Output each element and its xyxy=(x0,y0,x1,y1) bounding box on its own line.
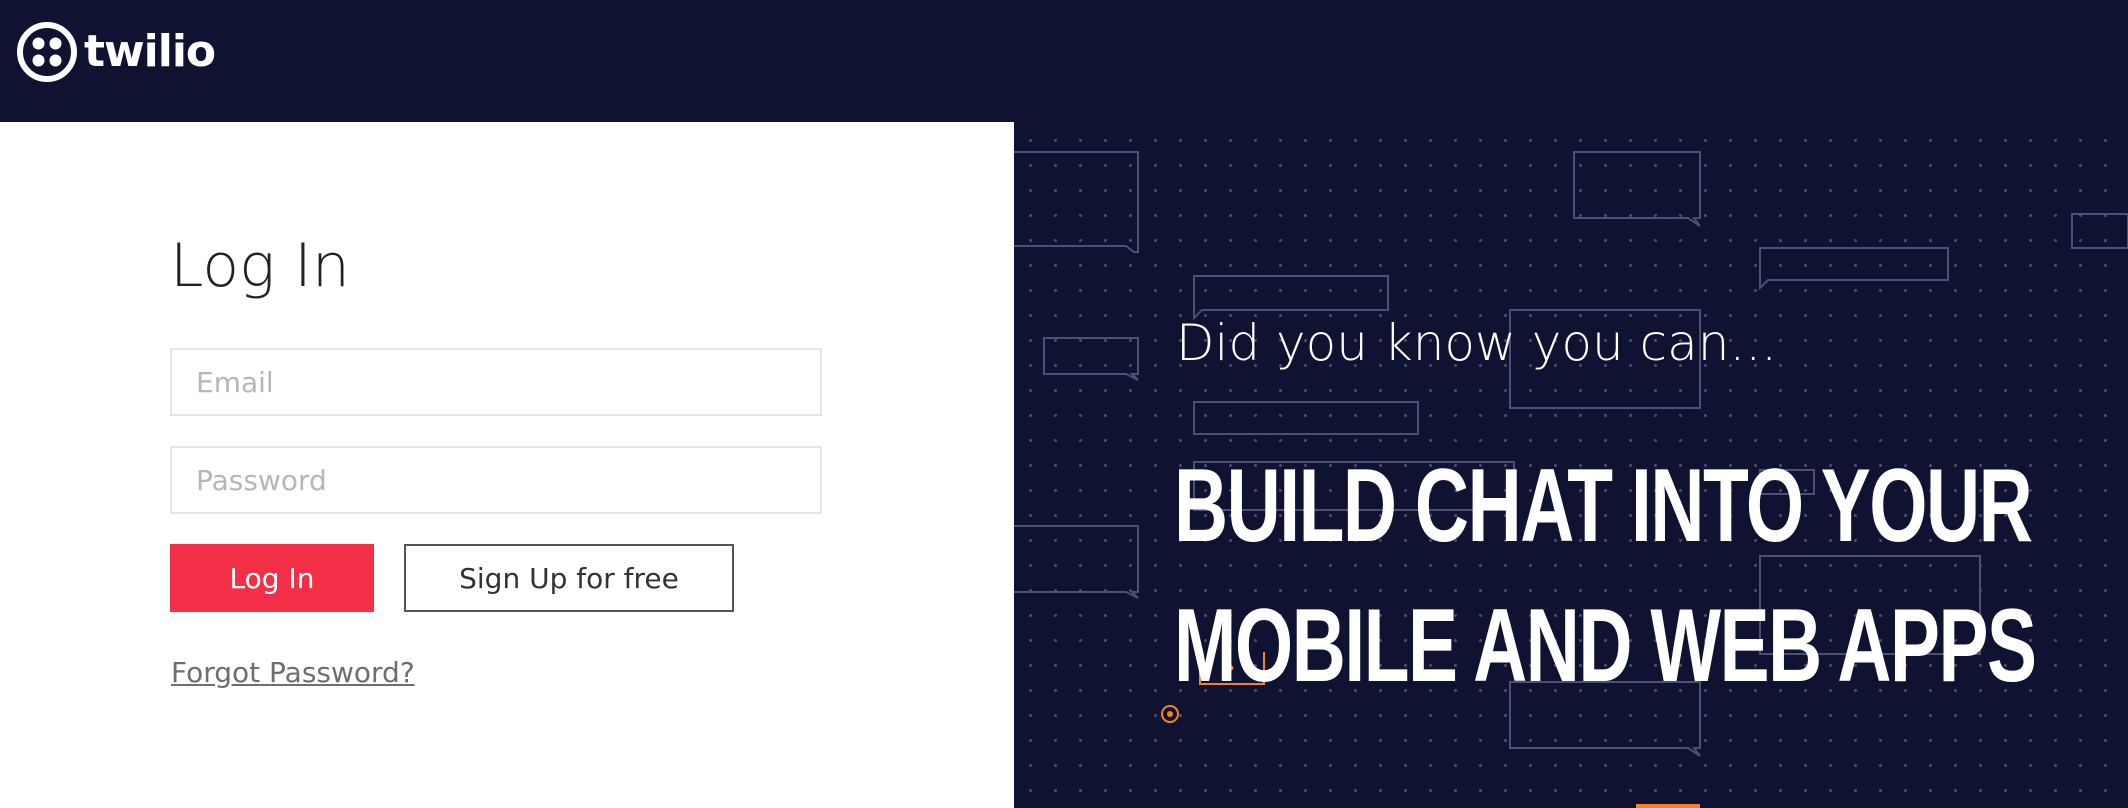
logo-wordmark: twilio xyxy=(84,26,216,77)
password-field[interactable] xyxy=(170,446,822,514)
sign-up-button[interactable]: Sign Up for free xyxy=(404,544,734,612)
login-button[interactable]: Log In xyxy=(170,544,374,612)
login-panel: Log In Log In Sign Up for free Forgot Pa… xyxy=(0,122,1014,808)
twilio-logo-icon xyxy=(17,22,77,82)
twilio-logo[interactable]: twilio xyxy=(16,20,216,84)
promo-kicker: Did you know you can... xyxy=(1176,314,1778,372)
page-title: Log In xyxy=(170,231,350,301)
forgot-password-link[interactable]: Forgot Password? xyxy=(171,656,415,689)
promo-panel: Did you know you can... BUILD CHAT INTO … xyxy=(1014,122,2128,808)
email-field[interactable] xyxy=(170,348,822,416)
top-bar: twilio xyxy=(0,0,2128,122)
promo-headline: BUILD CHAT INTO YOUR MOBILE AND WEB APPS xyxy=(1174,448,2037,704)
